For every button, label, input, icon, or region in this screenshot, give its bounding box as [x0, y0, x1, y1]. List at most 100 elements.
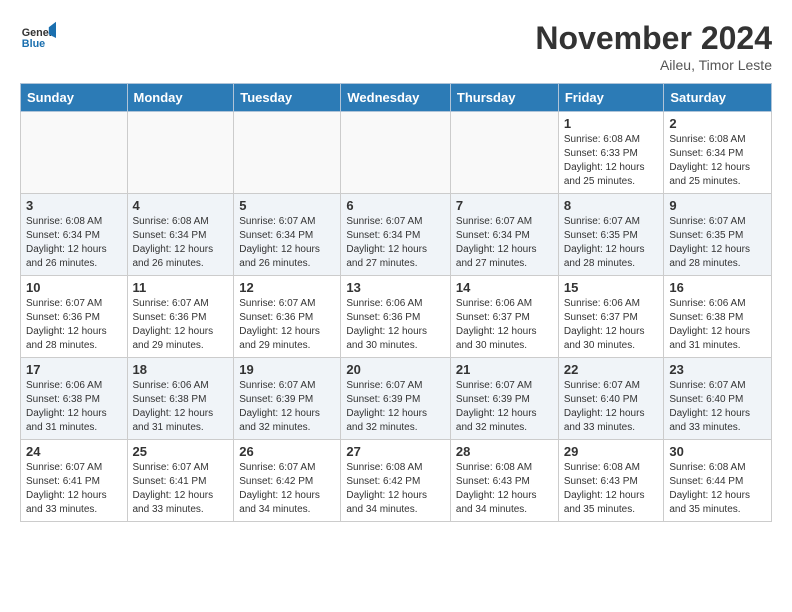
weekday-header-tuesday: Tuesday	[234, 84, 341, 112]
calendar-cell: 12 Sunrise: 6:07 AM Sunset: 6:36 PM Dayli…	[234, 276, 341, 358]
calendar-cell: 16 Sunrise: 6:06 AM Sunset: 6:38 PM Dayli…	[664, 276, 772, 358]
day-number: 11	[133, 280, 229, 295]
page-header: General Blue November 2024 Aileu, Timor …	[20, 20, 772, 73]
day-info: Sunrise: 6:07 AM Sunset: 6:40 PM Dayligh…	[669, 379, 766, 435]
day-number: 8	[564, 198, 659, 213]
day-info: Sunrise: 6:07 AM Sunset: 6:41 PM Dayligh…	[26, 461, 122, 517]
day-info: Sunrise: 6:07 AM Sunset: 6:35 PM Dayligh…	[669, 215, 766, 271]
day-number: 14	[456, 280, 553, 295]
svg-text:Blue: Blue	[22, 38, 45, 50]
day-number: 6	[346, 198, 445, 213]
calendar-cell: 21 Sunrise: 6:07 AM Sunset: 6:39 PM Dayli…	[450, 358, 558, 440]
calendar-cell: 17 Sunrise: 6:06 AM Sunset: 6:38 PM Dayli…	[21, 358, 128, 440]
calendar-cell: 18 Sunrise: 6:06 AM Sunset: 6:38 PM Dayli…	[127, 358, 234, 440]
day-number: 1	[564, 116, 659, 131]
day-number: 21	[456, 362, 553, 377]
weekday-header-thursday: Thursday	[450, 84, 558, 112]
calendar-cell: 24Sunrise: 6:07 AM Sunset: 6:41 PM Dayli…	[21, 440, 128, 522]
day-info: Sunrise: 6:06 AM Sunset: 6:38 PM Dayligh…	[26, 379, 122, 435]
calendar-cell: 13Sunrise: 6:06 AM Sunset: 6:36 PM Dayli…	[341, 276, 451, 358]
day-number: 28	[456, 444, 553, 459]
day-info: Sunrise: 6:08 AM Sunset: 6:33 PM Dayligh…	[564, 133, 659, 189]
day-number: 4	[133, 198, 229, 213]
day-info: Sunrise: 6:08 AM Sunset: 6:43 PM Dayligh…	[564, 461, 659, 517]
day-info: Sunrise: 6:08 AM Sunset: 6:43 PM Dayligh…	[456, 461, 553, 517]
calendar-cell: 4 Sunrise: 6:08 AM Sunset: 6:34 PM Daylig…	[127, 194, 234, 276]
day-info: Sunrise: 6:08 AM Sunset: 6:34 PM Dayligh…	[133, 215, 229, 271]
calendar-cell	[450, 112, 558, 194]
calendar-cell: 14 Sunrise: 6:06 AM Sunset: 6:37 PM Dayli…	[450, 276, 558, 358]
weekday-header-monday: Monday	[127, 84, 234, 112]
calendar-week-2: 3 Sunrise: 6:08 AM Sunset: 6:34 PM Daylig…	[21, 194, 772, 276]
calendar-table: SundayMondayTuesdayWednesdayThursdayFrid…	[20, 83, 772, 522]
calendar-cell: 30 Sunrise: 6:08 AM Sunset: 6:44 PM Dayli…	[664, 440, 772, 522]
day-info: Sunrise: 6:07 AM Sunset: 6:39 PM Dayligh…	[346, 379, 445, 435]
calendar-week-5: 24Sunrise: 6:07 AM Sunset: 6:41 PM Dayli…	[21, 440, 772, 522]
day-info: Sunrise: 6:06 AM Sunset: 6:37 PM Dayligh…	[564, 297, 659, 353]
calendar-cell: 15 Sunrise: 6:06 AM Sunset: 6:37 PM Dayli…	[558, 276, 664, 358]
weekday-header-friday: Friday	[558, 84, 664, 112]
day-number: 16	[669, 280, 766, 295]
calendar-cell: 3 Sunrise: 6:08 AM Sunset: 6:34 PM Daylig…	[21, 194, 128, 276]
calendar-cell: 29Sunrise: 6:08 AM Sunset: 6:43 PM Dayli…	[558, 440, 664, 522]
calendar-week-3: 10 Sunrise: 6:07 AM Sunset: 6:36 PM Dayli…	[21, 276, 772, 358]
title-block: November 2024 Aileu, Timor Leste	[535, 20, 772, 73]
day-info: Sunrise: 6:07 AM Sunset: 6:39 PM Dayligh…	[456, 379, 553, 435]
day-number: 19	[239, 362, 335, 377]
calendar-week-1: 1 Sunrise: 6:08 AM Sunset: 6:33 PM Daylig…	[21, 112, 772, 194]
day-info: Sunrise: 6:07 AM Sunset: 6:34 PM Dayligh…	[456, 215, 553, 271]
day-number: 20	[346, 362, 445, 377]
calendar-cell: 19 Sunrise: 6:07 AM Sunset: 6:39 PM Dayli…	[234, 358, 341, 440]
day-number: 12	[239, 280, 335, 295]
calendar-cell: 7 Sunrise: 6:07 AM Sunset: 6:34 PM Daylig…	[450, 194, 558, 276]
day-number: 30	[669, 444, 766, 459]
day-info: Sunrise: 6:07 AM Sunset: 6:39 PM Dayligh…	[239, 379, 335, 435]
calendar-cell: 8 Sunrise: 6:07 AM Sunset: 6:35 PM Daylig…	[558, 194, 664, 276]
day-number: 3	[26, 198, 122, 213]
calendar-cell: 23 Sunrise: 6:07 AM Sunset: 6:40 PM Dayli…	[664, 358, 772, 440]
day-number: 10	[26, 280, 122, 295]
day-info: Sunrise: 6:06 AM Sunset: 6:38 PM Dayligh…	[133, 379, 229, 435]
calendar-cell	[234, 112, 341, 194]
weekday-header-saturday: Saturday	[664, 84, 772, 112]
calendar-cell: 5Sunrise: 6:07 AM Sunset: 6:34 PM Daylig…	[234, 194, 341, 276]
day-info: Sunrise: 6:08 AM Sunset: 6:34 PM Dayligh…	[669, 133, 766, 189]
calendar-cell: 22 Sunrise: 6:07 AM Sunset: 6:40 PM Dayli…	[558, 358, 664, 440]
day-number: 23	[669, 362, 766, 377]
day-info: Sunrise: 6:07 AM Sunset: 6:35 PM Dayligh…	[564, 215, 659, 271]
month-title: November 2024	[535, 20, 772, 57]
day-info: Sunrise: 6:07 AM Sunset: 6:36 PM Dayligh…	[26, 297, 122, 353]
day-number: 15	[564, 280, 659, 295]
day-info: Sunrise: 6:07 AM Sunset: 6:34 PM Dayligh…	[239, 215, 335, 271]
day-info: Sunrise: 6:07 AM Sunset: 6:40 PM Dayligh…	[564, 379, 659, 435]
calendar-cell: 28 Sunrise: 6:08 AM Sunset: 6:43 PM Dayli…	[450, 440, 558, 522]
calendar-cell: 20 Sunrise: 6:07 AM Sunset: 6:39 PM Dayli…	[341, 358, 451, 440]
calendar-cell: 9 Sunrise: 6:07 AM Sunset: 6:35 PM Daylig…	[664, 194, 772, 276]
calendar-cell: 2Sunrise: 6:08 AM Sunset: 6:34 PM Daylig…	[664, 112, 772, 194]
day-info: Sunrise: 6:07 AM Sunset: 6:42 PM Dayligh…	[239, 461, 335, 517]
weekday-header-wednesday: Wednesday	[341, 84, 451, 112]
calendar-cell	[341, 112, 451, 194]
day-info: Sunrise: 6:06 AM Sunset: 6:37 PM Dayligh…	[456, 297, 553, 353]
day-info: Sunrise: 6:08 AM Sunset: 6:34 PM Dayligh…	[26, 215, 122, 271]
day-info: Sunrise: 6:07 AM Sunset: 6:36 PM Dayligh…	[133, 297, 229, 353]
calendar-cell: 11 Sunrise: 6:07 AM Sunset: 6:36 PM Dayli…	[127, 276, 234, 358]
day-info: Sunrise: 6:06 AM Sunset: 6:38 PM Dayligh…	[669, 297, 766, 353]
day-number: 26	[239, 444, 335, 459]
day-number: 27	[346, 444, 445, 459]
calendar-cell: 6Sunrise: 6:07 AM Sunset: 6:34 PM Daylig…	[341, 194, 451, 276]
calendar-cell	[21, 112, 128, 194]
day-number: 7	[456, 198, 553, 213]
calendar-cell: 26 Sunrise: 6:07 AM Sunset: 6:42 PM Dayli…	[234, 440, 341, 522]
day-info: Sunrise: 6:07 AM Sunset: 6:41 PM Dayligh…	[133, 461, 229, 517]
day-number: 17	[26, 362, 122, 377]
day-info: Sunrise: 6:07 AM Sunset: 6:36 PM Dayligh…	[239, 297, 335, 353]
day-number: 22	[564, 362, 659, 377]
calendar-cell	[127, 112, 234, 194]
day-number: 9	[669, 198, 766, 213]
day-number: 18	[133, 362, 229, 377]
calendar-cell: 27Sunrise: 6:08 AM Sunset: 6:42 PM Dayli…	[341, 440, 451, 522]
day-info: Sunrise: 6:06 AM Sunset: 6:36 PM Dayligh…	[346, 297, 445, 353]
day-info: Sunrise: 6:08 AM Sunset: 6:44 PM Dayligh…	[669, 461, 766, 517]
logo: General Blue	[20, 20, 56, 56]
